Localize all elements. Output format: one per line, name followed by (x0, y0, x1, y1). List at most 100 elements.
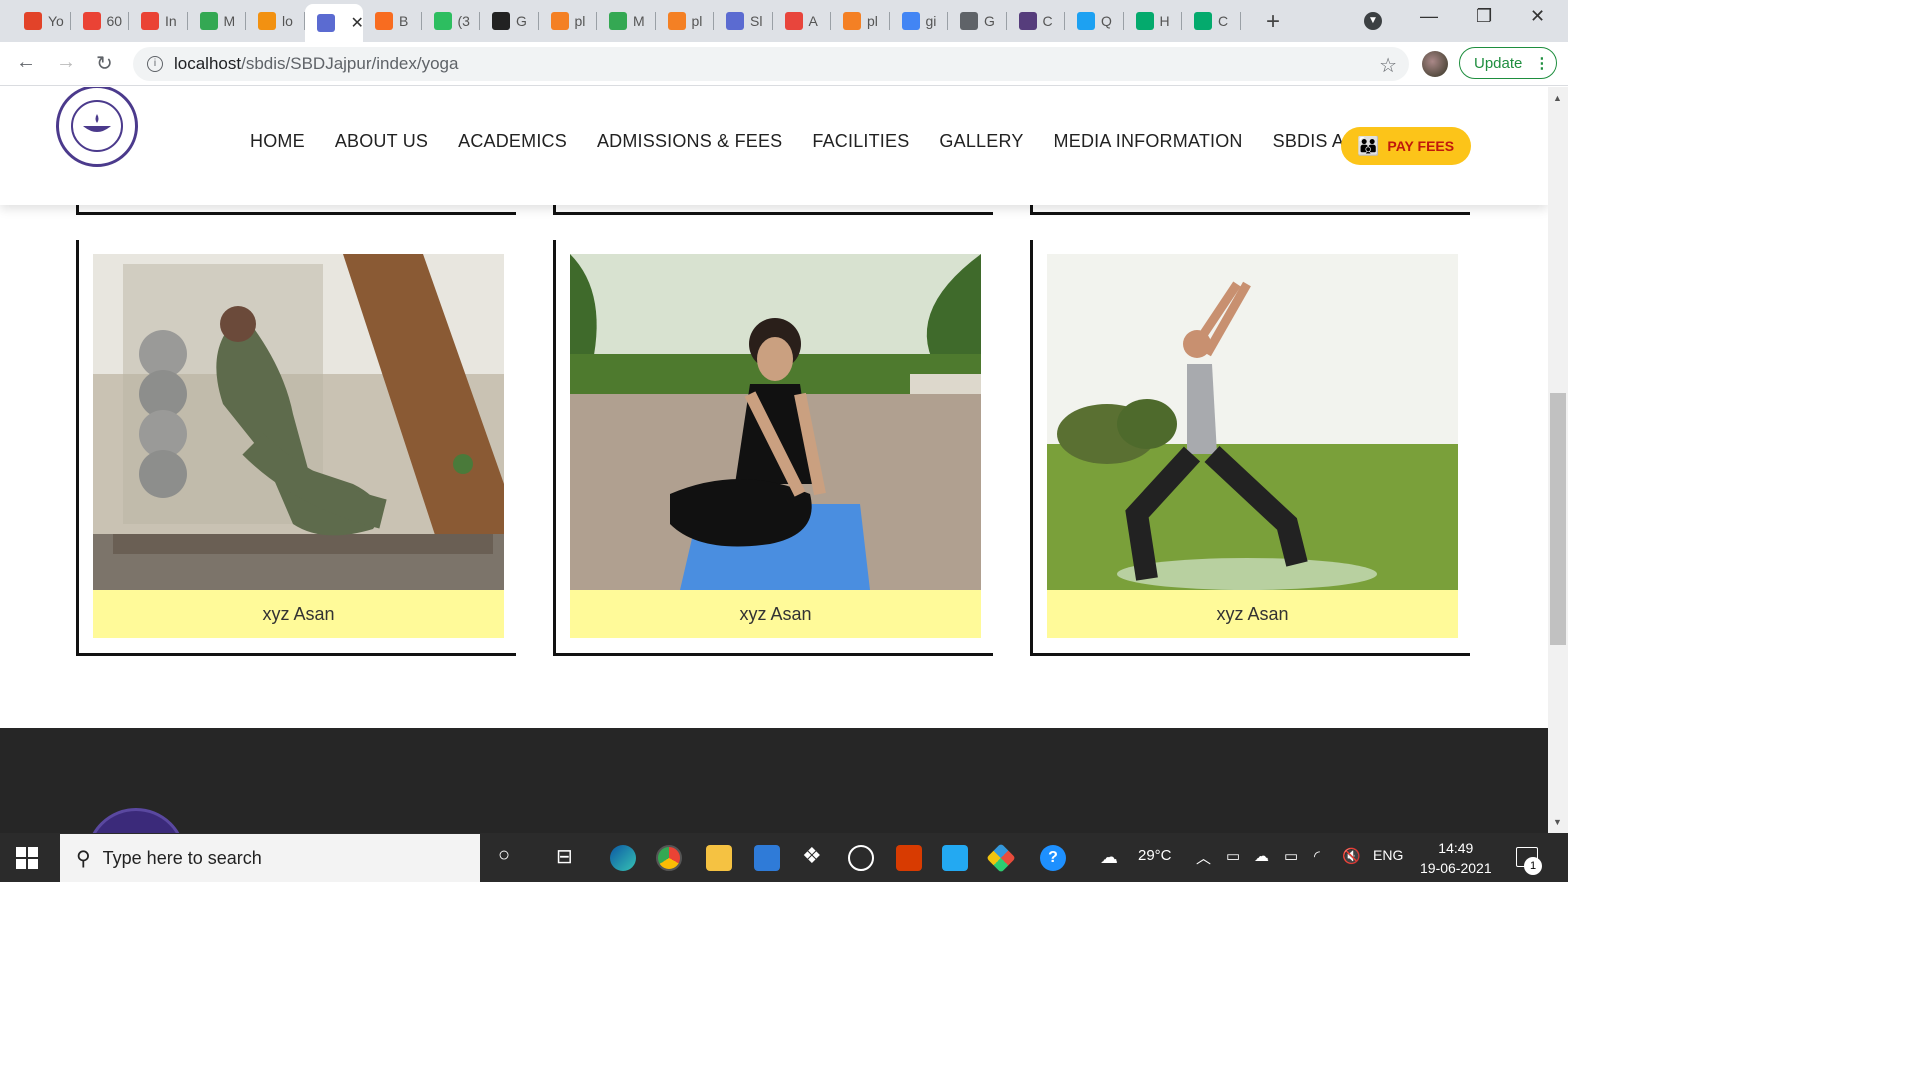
close-window-icon[interactable]: ✕ (1530, 6, 1545, 27)
temperature[interactable]: 29°C (1138, 847, 1172, 864)
bookmark-star-icon[interactable]: ☆ (1379, 53, 1397, 78)
school-logo[interactable] (56, 87, 138, 167)
taskbar-clock[interactable]: 14:49 19-06-2021 (1420, 838, 1492, 878)
browser-toolbar: ← → ↻ i localhost/sbdis/SBDJajpur/index/… (0, 42, 1568, 86)
tab-favicon-icon (199, 12, 218, 30)
tab-label: C (1042, 13, 1053, 29)
browser-tab[interactable]: pl (831, 8, 890, 34)
tab-favicon-icon (375, 12, 393, 30)
task-view-icon[interactable]: ⊟ (556, 844, 573, 869)
app-launcher-icon[interactable] (986, 843, 1016, 873)
browser-tab[interactable]: pl (539, 8, 597, 34)
tray-expand-icon[interactable]: ︿ (1196, 847, 1211, 868)
nav-item-home[interactable]: HOME (250, 131, 305, 152)
yoga-card[interactable]: xyz Asan (93, 254, 504, 639)
nav-item-admissions-fees[interactable]: ADMISSIONS & FEES (597, 131, 782, 152)
scroll-up-icon[interactable]: ▲ (1553, 93, 1562, 103)
site-header: HOME ABOUT US ACADEMICS ADMISSIONS & FEES FA… (0, 87, 1548, 205)
update-button[interactable]: Update ⋮ (1459, 47, 1557, 79)
browser-tab[interactable]: Q (1065, 8, 1124, 34)
browser-tab[interactable]: B (363, 8, 422, 34)
browser-tab[interactable]: C (1007, 8, 1065, 34)
browser-tab[interactable]: ✕ (304, 4, 364, 42)
tab-favicon-icon (784, 12, 803, 30)
tab-favicon-icon (141, 12, 159, 30)
browser-tab[interactable]: G (948, 8, 1007, 34)
meet-now-icon[interactable]: ▭ (1226, 847, 1240, 865)
browser-tab[interactable]: gi (890, 8, 948, 34)
nav-item-academics[interactable]: ACADEMICS (458, 131, 567, 152)
tab-label: 60 (106, 13, 123, 29)
language-indicator[interactable]: ENG (1373, 847, 1403, 863)
start-button[interactable] (16, 847, 38, 869)
tab-label: B (399, 13, 409, 29)
restore-icon[interactable]: ❐ (1476, 6, 1492, 27)
edge-icon[interactable] (610, 845, 636, 871)
browser-tab[interactable]: G (480, 8, 539, 34)
volume-muted-icon[interactable]: 🔇 (1342, 847, 1361, 865)
browser-tab[interactable]: (3 (422, 8, 480, 34)
mail-icon[interactable] (754, 845, 780, 871)
page-scrollbar[interactable]: ▲ ▼ (1548, 87, 1568, 833)
tab-label: H (1159, 13, 1170, 29)
yoga-card[interactable]: xyz Asan (1047, 254, 1458, 639)
scroll-down-icon[interactable]: ▼ (1553, 817, 1562, 827)
card-caption: xyz Asan (1047, 590, 1458, 638)
nav-item-facilities[interactable]: FACILITIES (812, 131, 909, 152)
url-path: /sbdis/SBDJajpur/index/yoga (241, 54, 459, 73)
onedrive-icon[interactable]: ☁ (1254, 847, 1269, 865)
vscode-icon[interactable] (942, 845, 968, 871)
yoga-photo-indoor (93, 254, 504, 590)
profile-avatar[interactable] (1422, 51, 1448, 77)
tab-favicon-icon (1135, 12, 1154, 30)
browser-tab[interactable]: Sl (714, 8, 773, 34)
site-info-icon[interactable]: i (147, 56, 163, 72)
address-bar[interactable]: i localhost/sbdis/SBDJajpur/index/yoga ☆ (133, 47, 1409, 81)
file-explorer-icon[interactable] (706, 845, 732, 871)
url-text[interactable]: localhost/sbdis/SBDJajpur/index/yoga (174, 54, 458, 74)
browser-tab[interactable]: A (773, 8, 831, 34)
dropbox-icon[interactable]: ❖ (802, 843, 822, 869)
tab-label: gi (925, 13, 937, 29)
tab-favicon-icon (492, 12, 510, 30)
tab-favicon-icon (550, 12, 569, 30)
browser-tab[interactable]: lo (246, 8, 305, 34)
tab-label: Sl (750, 13, 763, 29)
new-tab-button[interactable]: + (1266, 8, 1280, 36)
browser-tab[interactable]: M (597, 8, 656, 34)
browser-tab[interactable]: Yo (12, 8, 71, 34)
browser-tab[interactable]: 60 (71, 8, 129, 34)
help-icon[interactable]: ? (1040, 845, 1066, 871)
cortana-icon[interactable]: ○ (498, 844, 510, 867)
office-icon[interactable] (896, 845, 922, 871)
chrome-icon[interactable] (656, 845, 682, 871)
tab-search-icon[interactable]: ▼ (1364, 12, 1382, 30)
taskbar-search-box[interactable]: ⚲ Type here to search (60, 834, 480, 882)
tab-label: In (165, 13, 177, 29)
minimize-icon[interactable]: — (1420, 6, 1438, 27)
pay-fees-button[interactable]: 👪 PAY FEES (1341, 127, 1471, 165)
wifi-icon[interactable]: ◜ (1314, 847, 1320, 865)
tab-label: Yo (48, 13, 64, 29)
browser-tab[interactable]: C (1182, 8, 1241, 34)
tab-label: lo (282, 13, 293, 29)
forward-icon[interactable]: → (56, 51, 76, 74)
browser-tab[interactable]: pl (656, 8, 714, 34)
search-icon: ⚲ (76, 847, 91, 870)
nav-item-about-us[interactable]: ABOUT US (335, 131, 428, 152)
back-icon[interactable]: ← (16, 51, 36, 74)
yoga-card[interactable]: xyz Asan (570, 254, 981, 639)
reload-icon[interactable]: ↻ (96, 51, 113, 76)
weather-icon[interactable]: ☁ (1100, 847, 1118, 868)
browser-tab[interactable]: M (188, 8, 246, 34)
scrollbar-thumb[interactable] (1550, 393, 1566, 645)
nav-item-media-information[interactable]: MEDIA INFORMATION (1054, 131, 1243, 152)
tab-close-icon[interactable]: ✕ (351, 13, 364, 33)
nav-item-gallery[interactable]: GALLERY (939, 131, 1023, 152)
browser-tab[interactable]: H (1124, 8, 1182, 34)
tab-favicon-icon (433, 12, 452, 30)
battery-icon[interactable]: ▭ (1284, 847, 1298, 865)
yoga-photo-mat (570, 254, 981, 590)
browser-tab[interactable]: In (129, 8, 188, 34)
app-icon[interactable] (848, 845, 874, 871)
